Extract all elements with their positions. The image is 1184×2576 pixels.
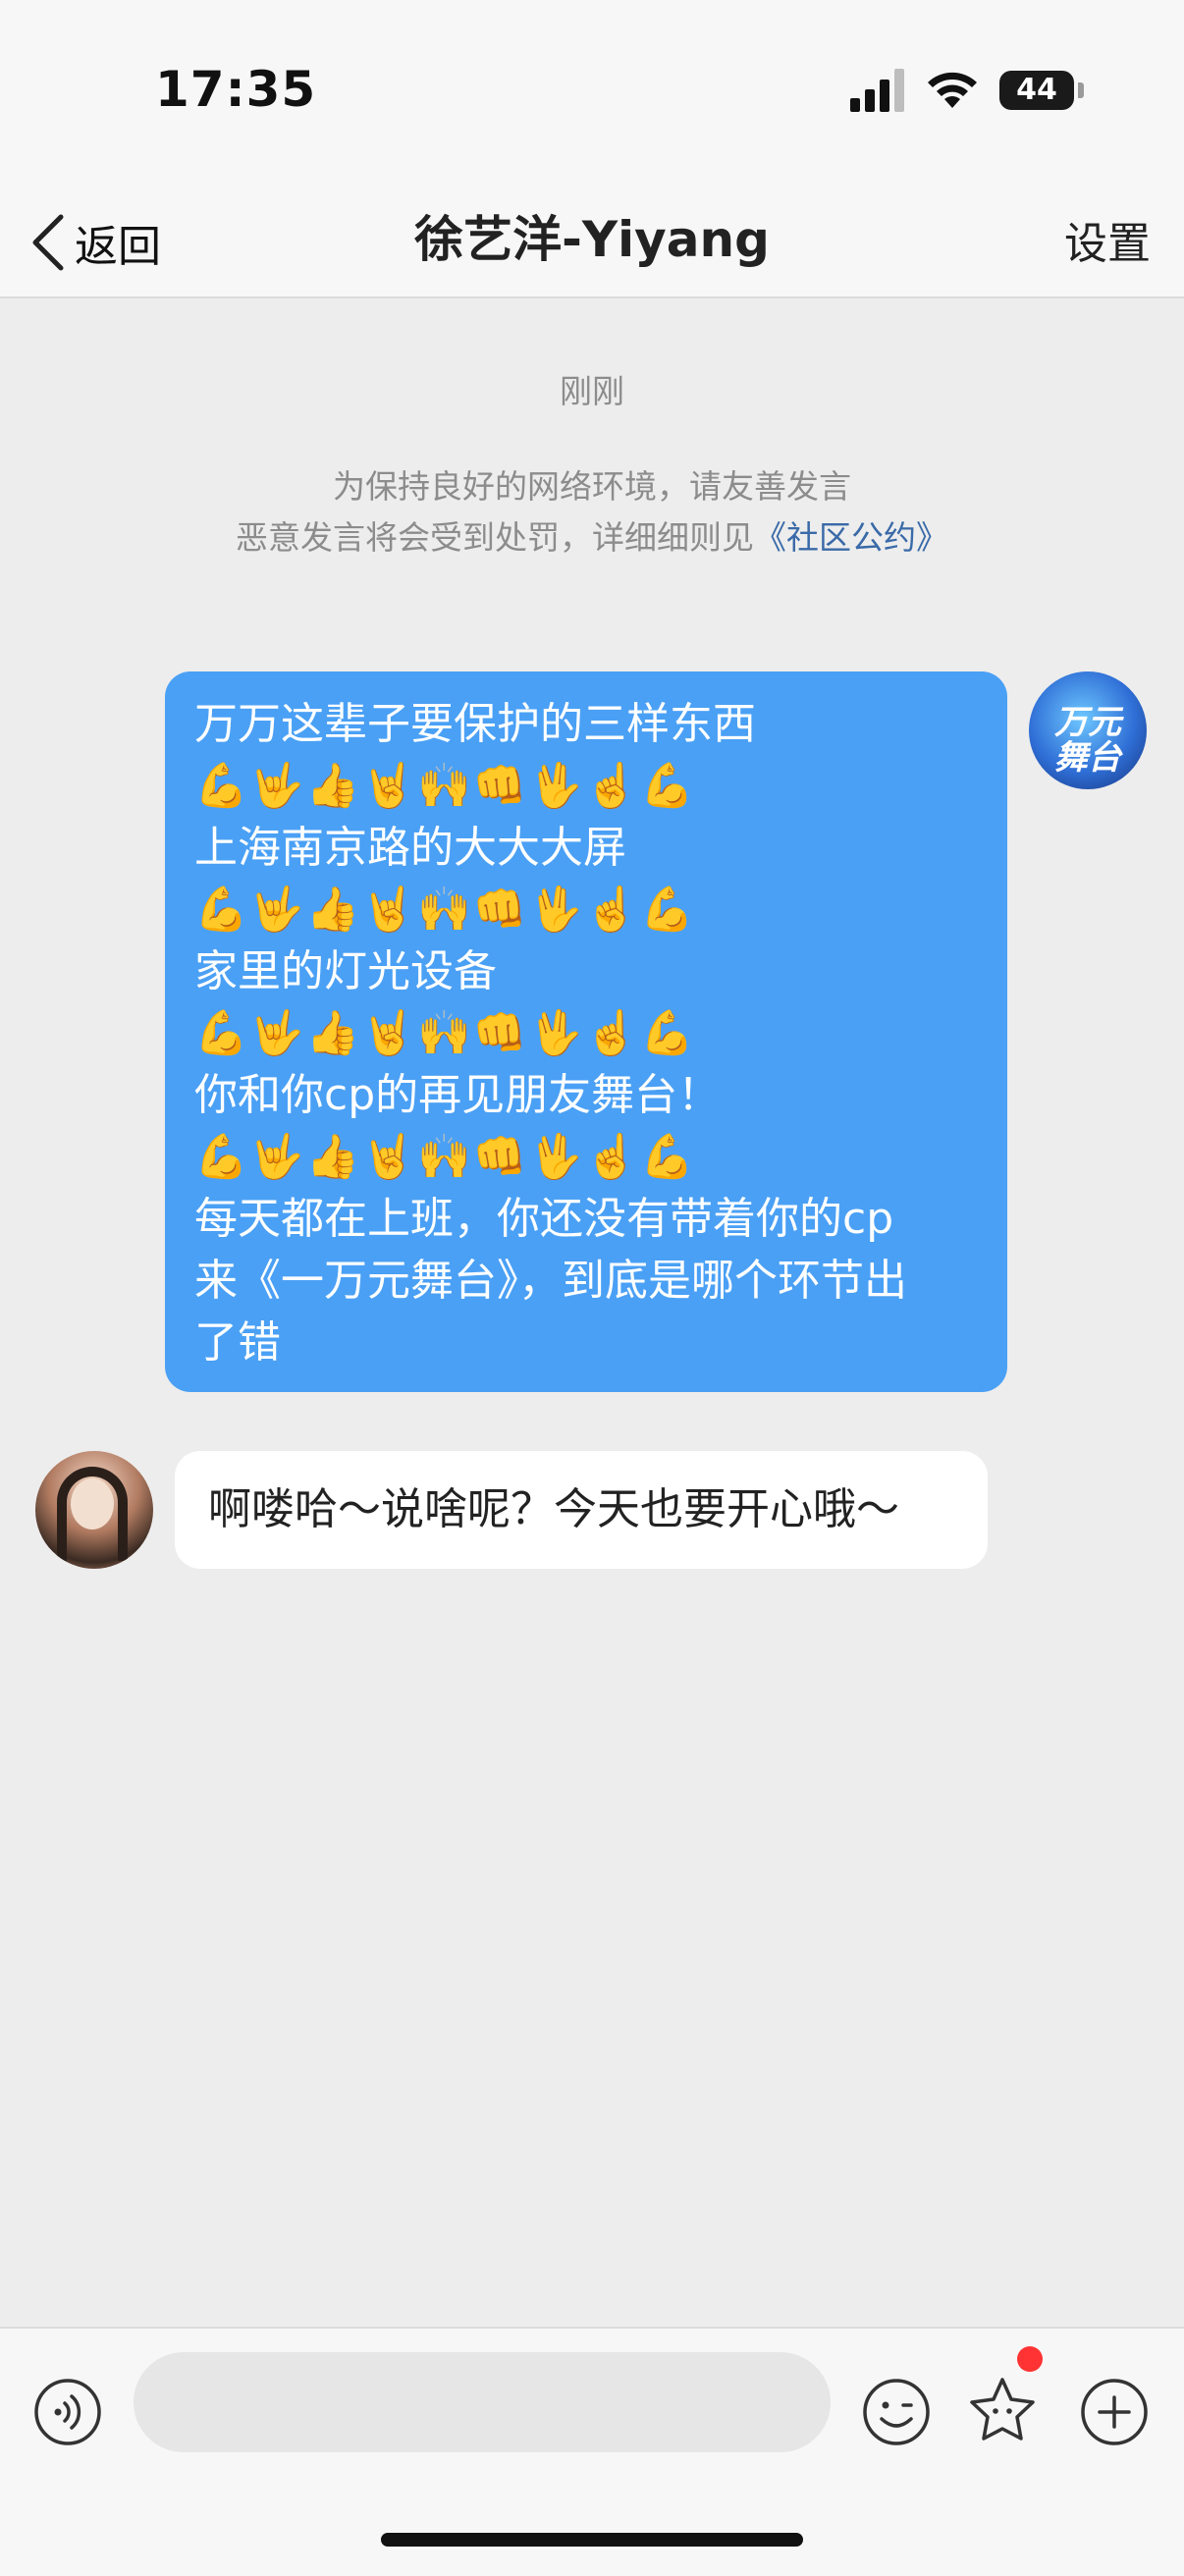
- input-bar: [0, 2327, 1184, 2576]
- emoji-line: 💪🤟👍🤘🙌👊🖖☝️💪: [194, 761, 697, 811]
- incoming-message-text: 啊喽哈～说啥呢？今天也要开心哦～: [208, 1484, 899, 1534]
- notice-line-2-text: 恶意发言将会受到处罚，详细细则见: [236, 518, 754, 557]
- message-line: 万万这辈子要保护的三样东西: [194, 699, 756, 749]
- avatar-logo-text: 万元舞台: [1054, 703, 1121, 778]
- message-line: 家里的灯光设备: [194, 946, 497, 996]
- message-line: 每天都在上班，你还没有带着你的cp: [194, 1194, 894, 1244]
- message-timestamp: 刚刚: [560, 372, 624, 410]
- settings-button[interactable]: 设置: [1064, 208, 1151, 271]
- contact-avatar[interactable]: [35, 1451, 153, 1569]
- cellular-signal-icon: [850, 69, 904, 112]
- star-face-icon[interactable]: [968, 2376, 1037, 2444]
- sender-avatar[interactable]: 万元舞台: [1029, 671, 1147, 789]
- emoji-line: 💪🤟👍🤘🙌👊🖖☝️💪: [194, 1132, 697, 1182]
- incoming-message-bubble[interactable]: 啊喽哈～说啥呢？今天也要开心哦～: [175, 1451, 988, 1569]
- message-input[interactable]: [134, 2352, 831, 2452]
- outgoing-message-bubble[interactable]: 万万这辈子要保护的三样东西 💪🤟👍🤘🙌👊🖖☝️💪 上海南京路的大大大屏 💪🤟👍🤘…: [165, 671, 1007, 1392]
- message-line: 来《一万元舞台》，到底是哪个环节出: [194, 1256, 907, 1306]
- message-line: 上海南京路的大大大屏: [194, 823, 626, 873]
- nav-bar: 返回 徐艺洋-Yiyang 设置: [0, 187, 1184, 298]
- status-time: 17:35: [155, 61, 317, 118]
- chat-title: 徐艺洋-Yiyang: [414, 211, 770, 268]
- wifi-icon: [928, 72, 977, 108]
- home-indicator: [381, 2533, 803, 2547]
- notice-line-2: 恶意发言将会受到处罚，详细细则见《社区公约》: [0, 512, 1184, 564]
- status-bar: 17:35 44: [0, 0, 1184, 187]
- battery-icon: 44: [999, 71, 1074, 110]
- notice-line-1: 为保持良好的网络环境，请友善发言: [333, 467, 851, 506]
- emoji-line: 💪🤟👍🤘🙌👊🖖☝️💪: [194, 1008, 697, 1058]
- message-line: 你和你cp的再见朋友舞台！: [194, 1070, 722, 1120]
- emoji-line: 💪🤟👍🤘🙌👊🖖☝️💪: [194, 885, 697, 935]
- avatar-face: [71, 1478, 114, 1530]
- emoji-icon[interactable]: [862, 2378, 931, 2446]
- community-rules-link[interactable]: 《社区公约》: [754, 518, 948, 557]
- plus-icon[interactable]: [1080, 2378, 1149, 2446]
- message-line: 了错: [194, 1317, 281, 1368]
- community-notice: 为保持良好的网络环境，请友善发言 恶意发言将会受到处罚，详细细则见《社区公约》: [0, 461, 1184, 564]
- voice-icon[interactable]: [33, 2378, 102, 2446]
- battery-tip: [1078, 82, 1084, 98]
- notification-dot: [1017, 2346, 1043, 2372]
